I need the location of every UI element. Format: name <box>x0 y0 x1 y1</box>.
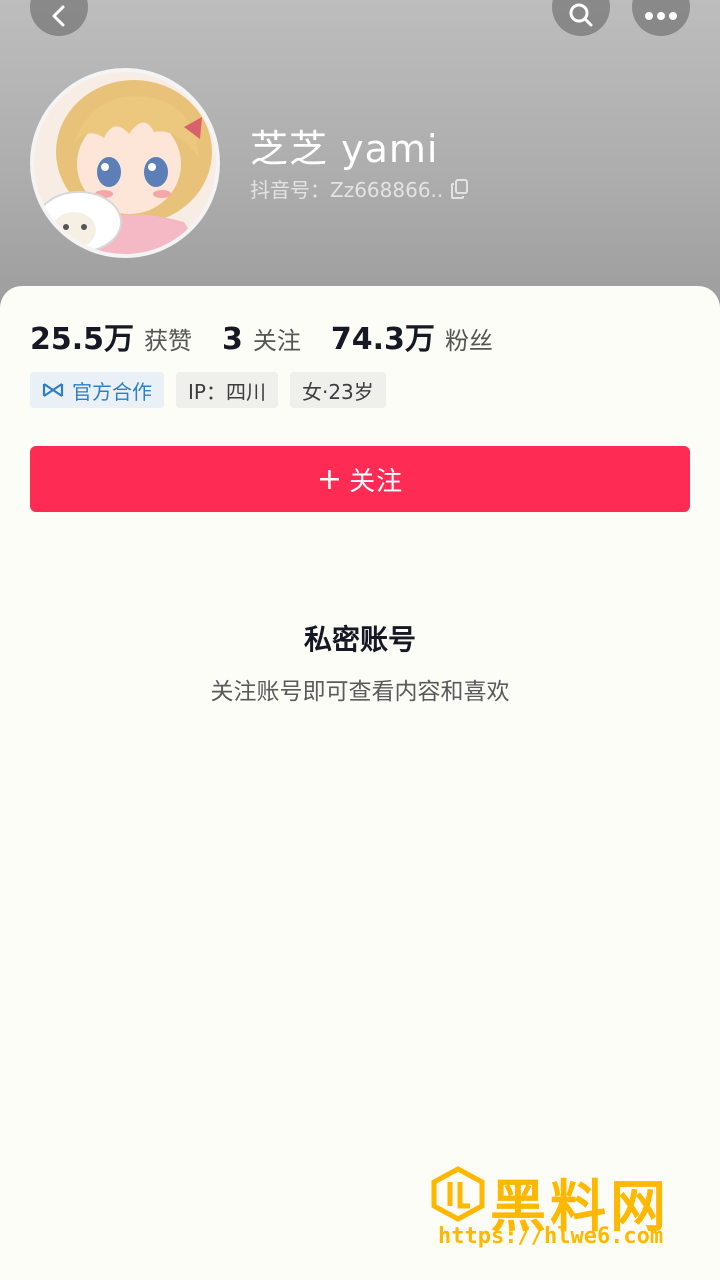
avatar[interactable] <box>30 68 220 258</box>
stat-followers-value: 74.3万 <box>330 322 435 357</box>
back-button[interactable] <box>30 0 88 36</box>
watermark-logo-icon <box>431 1166 485 1222</box>
stat-following[interactable]: 3 关注 <box>222 321 301 357</box>
stat-following-value: 3 <box>222 322 243 357</box>
handle-row[interactable]: 抖音号：Zz668866.. <box>250 174 469 203</box>
stat-likes[interactable]: 25.5万 获赞 <box>30 314 192 358</box>
stat-followers-label: 粉丝 <box>444 327 493 355</box>
douyin-id: 抖音号：Zz668866.. <box>250 178 444 202</box>
follow-button-label: 关注 <box>349 466 404 497</box>
ip-tag: IP：四川 <box>176 372 278 408</box>
stat-following-label: 关注 <box>252 327 301 355</box>
watermark-url: https://hlwe6.com <box>438 1224 664 1249</box>
more-icon <box>645 12 677 20</box>
avatar-image <box>34 72 216 254</box>
profile-tags: 官方合作 IP：四川 女·23岁 <box>30 372 398 408</box>
official-partner-tag[interactable]: 官方合作 <box>30 372 164 408</box>
stat-likes-value: 25.5万 <box>30 322 135 357</box>
stat-followers[interactable]: 74.3万 粉丝 <box>331 314 493 358</box>
gender-age-tag: 女·23岁 <box>289 372 386 408</box>
private-account-subtitle: 关注账号即可查看内容和喜欢 <box>210 679 510 705</box>
search-button[interactable] <box>552 0 610 36</box>
watermark: 黑料网 https://hlwe6.com <box>430 1162 700 1262</box>
private-account-title: 私密账号 <box>303 623 416 656</box>
profile-header: 芝芝 yami 抖音号：Zz668866.. <box>0 0 720 320</box>
plus-icon: + <box>316 461 344 497</box>
stats-row: 25.5万 获赞 3 关注 74.3万 粉丝 <box>30 314 493 358</box>
profile-card: 25.5万 获赞 3 关注 74.3万 粉丝 官方合作 IP：四川 女·23岁 … <box>0 286 720 1280</box>
display-name: 芝芝 yami <box>250 127 439 171</box>
stat-likes-label: 获赞 <box>144 327 193 355</box>
back-icon <box>52 5 65 27</box>
official-partner-label: 官方合作 <box>72 379 152 404</box>
official-partner-icon <box>42 383 64 397</box>
search-icon <box>569 3 593 27</box>
more-button[interactable] <box>632 0 690 36</box>
follow-button[interactable]: + 关注 <box>30 446 690 512</box>
copy-icon[interactable] <box>451 178 469 199</box>
